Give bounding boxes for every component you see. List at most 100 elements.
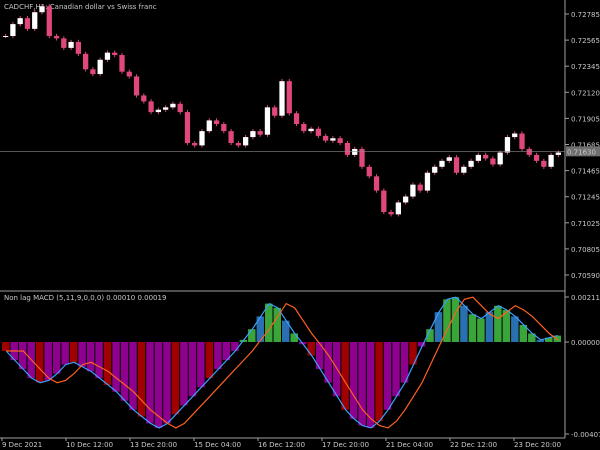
candle-body <box>221 123 227 132</box>
histogram-bar <box>137 342 146 417</box>
candle-body <box>272 107 278 116</box>
candle-body <box>308 128 314 132</box>
candle-body <box>497 152 503 165</box>
candle-body <box>46 6 52 36</box>
candle-body <box>119 55 125 72</box>
current-price-label: 0.71630 <box>567 148 596 156</box>
candle-body <box>141 95 147 102</box>
candle-body <box>104 52 111 60</box>
candle-body <box>519 133 525 149</box>
time-tick-label: 22 Dec 12:00 <box>450 441 497 449</box>
histogram-bar <box>154 342 163 428</box>
candle-body <box>264 107 271 135</box>
time-tick-label: 10 Dec 12:00 <box>66 441 113 449</box>
candle-body <box>352 148 358 155</box>
price-tick-label: 0.70805 <box>571 246 600 254</box>
time-tick-label: 16 Dec 12:00 <box>258 441 305 449</box>
candle-body <box>381 190 387 212</box>
indicator-tick-label: 0.00211 <box>571 294 600 302</box>
symbol-title: CADCHF,H1: Canadian dollar vs Swiss fran… <box>4 3 157 11</box>
histogram-bar <box>392 342 400 397</box>
indicator-tick-label: 0.00000 <box>571 339 600 347</box>
candle-body <box>163 107 169 110</box>
candle-body <box>53 35 60 39</box>
histogram-bar <box>349 342 358 419</box>
candle-body <box>243 137 249 146</box>
candle-body <box>395 202 401 215</box>
trading-chart: CADCHF,H1: Canadian dollar vs Swiss fran… <box>0 0 600 450</box>
candle-body <box>330 138 336 141</box>
candle-body <box>366 166 372 177</box>
candle-body <box>155 109 161 113</box>
candle-body <box>344 143 351 155</box>
candle-body <box>24 18 31 29</box>
histogram-bar <box>86 342 95 372</box>
histogram-bar <box>78 342 86 367</box>
candle-body <box>461 166 467 173</box>
histogram-bar <box>2 342 10 352</box>
candle-body <box>68 41 74 48</box>
candle-body <box>286 81 292 114</box>
histogram-bar <box>231 342 239 352</box>
candle-body <box>228 131 234 144</box>
time-tick-label: 15 Dec 04:00 <box>194 441 241 449</box>
candle-body <box>439 160 445 167</box>
time-tick-label: 21 Dec 04:00 <box>386 441 433 449</box>
histogram-bar <box>197 342 205 388</box>
indicator-tick-label: -0.00407 <box>571 431 600 439</box>
histogram-bar <box>188 342 197 397</box>
candle-body <box>192 143 198 146</box>
histogram-bar <box>477 318 485 342</box>
candle-body <box>315 128 321 136</box>
histogram-bar <box>103 342 112 385</box>
candle-body <box>417 184 423 191</box>
candle-body <box>257 131 263 135</box>
price-tick-label: 0.72565 <box>571 37 600 45</box>
candle-body <box>453 157 460 173</box>
candle-body <box>279 81 285 116</box>
histogram-bar <box>494 305 502 342</box>
histogram-bar <box>52 342 61 374</box>
histogram-bar <box>341 342 349 410</box>
histogram-bar <box>383 342 392 410</box>
histogram-bar <box>248 329 256 342</box>
candle-body <box>177 103 183 113</box>
histogram-bar <box>358 342 366 426</box>
candle-body <box>533 154 540 161</box>
histogram-bar <box>120 342 129 401</box>
time-tick-label: 9 Dec 2021 <box>2 441 42 449</box>
candle-body <box>337 138 343 144</box>
candle-body <box>97 59 103 75</box>
histogram-bar <box>163 342 171 424</box>
candle-body <box>526 148 532 155</box>
candle-body <box>388 211 394 215</box>
histogram-bar <box>129 342 137 410</box>
histogram-bar <box>307 342 315 356</box>
candle-body <box>468 160 474 167</box>
histogram-bar <box>180 342 188 406</box>
candle-body <box>61 38 67 48</box>
histogram-bar <box>61 342 69 365</box>
candle-body <box>32 12 38 29</box>
candle-body <box>126 71 132 77</box>
histogram-bar <box>511 316 519 342</box>
histogram-bar <box>171 342 180 415</box>
histogram-bar <box>434 312 443 342</box>
price-tick-label: 0.71245 <box>571 194 600 202</box>
histogram-bar <box>214 342 222 370</box>
candle-body <box>83 53 89 70</box>
histogram-bar <box>35 342 44 383</box>
histogram-bar <box>112 342 120 392</box>
histogram-bar <box>400 342 409 383</box>
candle-body <box>555 152 561 155</box>
price-tick-label: 0.70590 <box>571 272 600 280</box>
candle-body <box>10 24 16 36</box>
candle-body <box>90 69 96 75</box>
time-tick-label: 17 Dec 20:00 <box>322 441 369 449</box>
candle-body <box>512 133 518 138</box>
candle-body <box>323 135 329 141</box>
indicator-title: Non lag MACD (5,11,9,0,0,0) 0.00010 0.00… <box>4 294 166 302</box>
histogram-bar <box>95 342 103 379</box>
candle-body <box>250 131 256 138</box>
candle-body <box>3 35 9 37</box>
